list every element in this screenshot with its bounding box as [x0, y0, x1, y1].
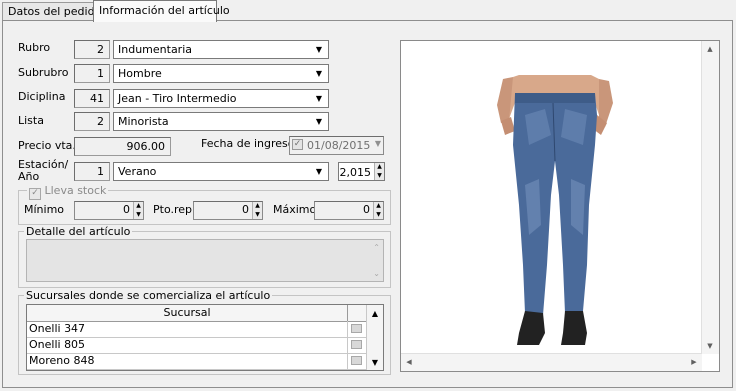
maximo-value: 0 [363, 203, 370, 216]
tab-label: Datos del pedido [8, 5, 102, 18]
ptorep-spinner[interactable]: 0 ▲ ▼ [193, 201, 263, 220]
maximo-spinner[interactable]: 0 ▲ ▼ [314, 201, 384, 220]
fecha-checkbox[interactable]: ✓ [292, 139, 303, 150]
spinner-arrows-icon[interactable]: ▲ ▼ [252, 202, 262, 219]
estacion-select[interactable]: Verano ▼ [113, 162, 329, 181]
sucursal-name: Onelli 805 [29, 338, 86, 351]
tab-datos-del-pedido[interactable]: Datos del pedido [2, 2, 101, 21]
ptorep-value: 0 [242, 203, 249, 216]
detalle-textarea[interactable]: ⌃ ⌄ [26, 239, 384, 282]
table-row[interactable]: Onelli 805 [27, 337, 367, 354]
arrow-down-icon[interactable]: ▼ [702, 338, 718, 354]
anio-label: Año [18, 170, 40, 183]
spinner-arrows-icon[interactable]: ▲ ▼ [373, 202, 383, 219]
arrow-down-icon[interactable]: ⌄ [373, 269, 380, 278]
sucursal-name: Onelli 347 [29, 322, 86, 335]
chevron-down-icon[interactable]: ▼ [312, 164, 326, 179]
diciplina-select[interactable]: Jean - Tiro Intermedio ▼ [113, 89, 329, 108]
chevron-down-icon[interactable]: ▼ [312, 66, 326, 81]
arrow-up-icon[interactable]: ⌃ [373, 243, 380, 252]
sucursales-title: Sucursales donde se comercializa el artí… [24, 289, 273, 302]
diciplina-code-field[interactable]: 41 [74, 89, 110, 108]
stock-checkbox-label[interactable]: ✓ Lleva stock [27, 184, 109, 200]
sucursal-name: Moreno 848 [29, 354, 95, 367]
row-checkbox[interactable] [351, 356, 362, 365]
anio-value: 2,015 [339, 166, 372, 179]
estacion-value: Verano [118, 165, 157, 178]
subrubro-code-field[interactable]: 1 [74, 64, 110, 83]
maximo-label: Máximo [273, 203, 317, 216]
lista-label: Lista [18, 114, 44, 127]
row-checkbox[interactable] [351, 340, 362, 349]
jeans-product-photo [497, 75, 613, 345]
minimo-spinner[interactable]: 0 ▲ ▼ [74, 201, 144, 220]
rubro-label: Rubro [18, 41, 51, 54]
fecha-date-picker[interactable]: ✓ 01/08/2015 ▼ [289, 136, 384, 155]
rubro-select[interactable]: Indumentaria ▼ [113, 40, 329, 59]
product-image-viewer: ▲ ▼ ◀ ▶ [400, 40, 720, 372]
arrow-up-icon[interactable]: ▲ [367, 305, 383, 321]
column-header-check [347, 305, 368, 322]
spinner-arrows-icon[interactable]: ▲ ▼ [133, 202, 143, 219]
row-checkbox[interactable] [351, 324, 362, 333]
arrow-right-icon[interactable]: ▶ [686, 354, 702, 370]
tab-label: Información del artículo [99, 4, 230, 17]
fecha-label: Fecha de ingreso [201, 137, 295, 150]
diciplina-label: Diciplina [18, 90, 66, 103]
column-header-sucursal[interactable]: Sucursal [27, 305, 347, 322]
sucursales-table: Sucursal Onelli 347 Onelli 805 Moreno 84… [26, 304, 384, 371]
arrow-up-icon[interactable]: ▲ [702, 41, 718, 57]
image-vertical-scrollbar[interactable]: ▲ ▼ [701, 41, 719, 354]
chevron-down-icon[interactable]: ▼ [312, 114, 326, 129]
ptorep-label: Pto.rep. [153, 203, 196, 216]
arrow-down-icon[interactable]: ▼ [367, 354, 383, 370]
rubro-value: Indumentaria [118, 43, 192, 56]
table-row[interactable]: Moreno 848 [27, 353, 367, 370]
rubro-code-field[interactable]: 2 [74, 40, 110, 59]
chevron-down-icon[interactable]: ▼ [312, 91, 326, 106]
checkbox-icon[interactable]: ✓ [29, 188, 41, 200]
precio-label: Precio vta. [18, 139, 76, 152]
minimo-label: Mínimo [24, 203, 65, 216]
minimo-value: 0 [123, 203, 130, 216]
lista-value: Minorista [118, 115, 169, 128]
table-scrollbar[interactable]: ▲ ▼ [366, 305, 383, 370]
spinner-arrows-icon[interactable]: ▲ ▼ [374, 163, 384, 180]
lista-select[interactable]: Minorista ▼ [113, 112, 329, 131]
tab-informacion-del-articulo[interactable]: Información del artículo [93, 0, 230, 22]
subrubro-label: Subrubro [18, 66, 69, 79]
precio-field[interactable]: 906.00 [74, 137, 171, 156]
chevron-down-icon[interactable]: ▼ [312, 42, 326, 57]
lista-code-field[interactable]: 2 [74, 112, 110, 131]
lleva-stock-label: Lleva stock [44, 184, 107, 197]
image-horizontal-scrollbar[interactable]: ◀ ▶ [401, 353, 702, 371]
table-row[interactable]: Onelli 347 [27, 321, 367, 338]
fecha-value: 01/08/2015 [307, 139, 371, 152]
anio-spinner[interactable]: 2,015 ▲ ▼ [338, 162, 385, 181]
estacion-code-field[interactable]: 1 [74, 162, 110, 181]
arrow-left-icon[interactable]: ◀ [401, 354, 417, 370]
chevron-down-icon[interactable]: ▼ [375, 139, 381, 148]
detalle-title: Detalle del artículo [24, 225, 133, 238]
diciplina-value: Jean - Tiro Intermedio [118, 92, 237, 105]
subrubro-value: Hombre [118, 67, 162, 80]
subrubro-select[interactable]: Hombre ▼ [113, 64, 329, 83]
